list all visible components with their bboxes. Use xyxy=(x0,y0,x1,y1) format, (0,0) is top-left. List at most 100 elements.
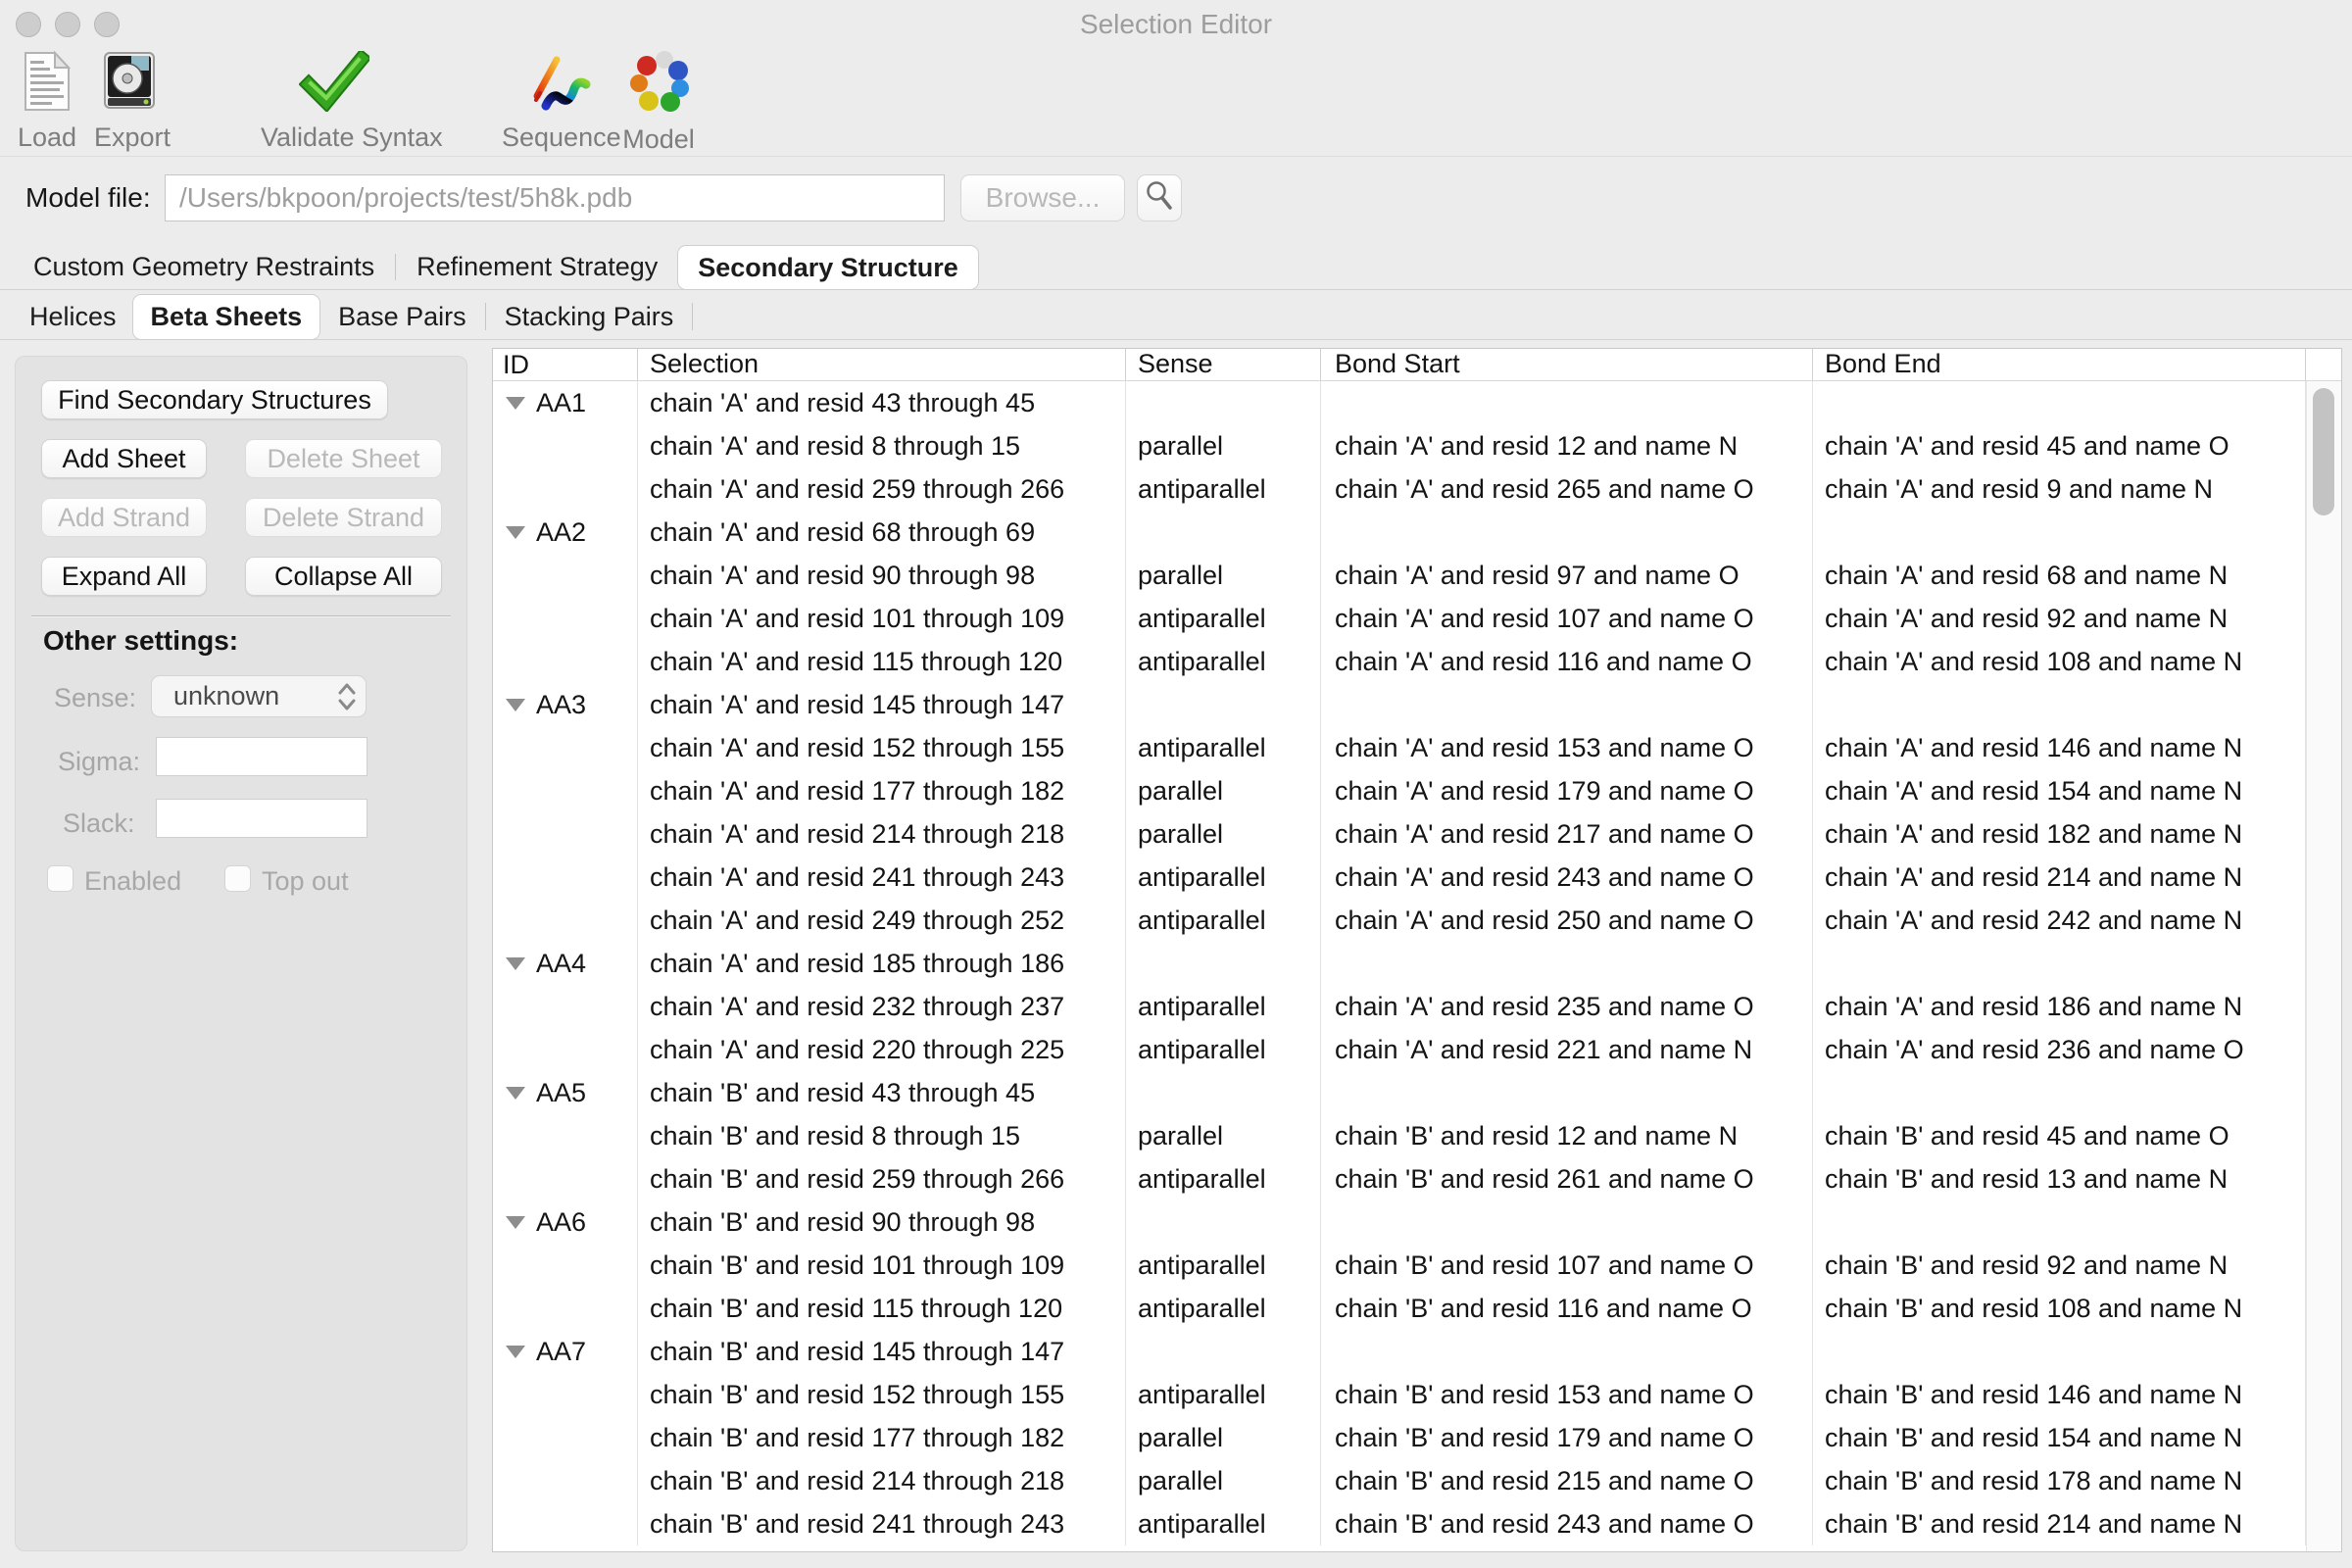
table-row[interactable]: AA5chain 'B' and resid 43 through 45 xyxy=(493,1071,2341,1114)
table-row[interactable]: chain 'B' and resid 177 through 182paral… xyxy=(493,1416,2341,1459)
model-file-input[interactable] xyxy=(165,174,945,221)
column-header-selection[interactable]: Selection xyxy=(638,349,1126,380)
tab-stacking-pairs[interactable]: Stacking Pairs xyxy=(487,294,692,339)
tab-refinement-strategy[interactable]: Refinement Strategy xyxy=(397,245,677,289)
find-secondary-structures-button[interactable]: Find Secondary Structures xyxy=(41,380,388,419)
table-row[interactable]: AA4chain 'A' and resid 185 through 186 xyxy=(493,942,2341,985)
cell-selection: chain 'A' and resid 214 through 218 xyxy=(638,812,1126,856)
disclosure-triangle-icon[interactable] xyxy=(506,699,525,711)
sheet-controls-panel: Find Secondary Structures Add Sheet Dele… xyxy=(15,356,467,1551)
table-row[interactable]: chain 'B' and resid 115 through 120antip… xyxy=(493,1287,2341,1330)
disclosure-triangle-icon[interactable] xyxy=(506,1216,525,1229)
vertical-scrollbar[interactable] xyxy=(2306,381,2341,1551)
tab-beta-sheets[interactable]: Beta Sheets xyxy=(132,294,321,340)
column-header-sense[interactable]: Sense xyxy=(1126,349,1321,380)
table-row[interactable]: chain 'A' and resid 152 through 155antip… xyxy=(493,726,2341,769)
table-row[interactable]: chain 'A' and resid 101 through 109antip… xyxy=(493,597,2341,640)
add-strand-button[interactable]: Add Strand xyxy=(41,498,207,537)
cell-bond-end: chain 'B' and resid 214 and name N xyxy=(1813,1502,2306,1545)
cell-sense: parallel xyxy=(1126,769,1321,812)
primary-tab-bar: Custom Geometry Restraints Refinement St… xyxy=(0,245,2352,290)
cell-bond-end: chain 'A' and resid 68 and name N xyxy=(1813,554,2306,597)
cell-id xyxy=(493,640,638,683)
cell-selection: chain 'A' and resid 145 through 147 xyxy=(638,683,1126,726)
table-row[interactable]: chain 'B' and resid 152 through 155antip… xyxy=(493,1373,2341,1416)
delete-strand-button[interactable]: Delete Strand xyxy=(245,498,442,537)
cell-sense: antiparallel xyxy=(1126,726,1321,769)
table-row[interactable]: chain 'A' and resid 177 through 182paral… xyxy=(493,769,2341,812)
cell-sense: parallel xyxy=(1126,1416,1321,1459)
table-row[interactable]: chain 'A' and resid 220 through 225antip… xyxy=(493,1028,2341,1071)
selection-editor-window: { "window": { "title": "Selection Editor… xyxy=(0,0,2352,1568)
sense-dropdown[interactable]: unknown xyxy=(151,675,367,717)
tab-base-pairs[interactable]: Base Pairs xyxy=(320,294,484,339)
expand-all-button[interactable]: Expand All xyxy=(41,557,207,596)
collapse-all-button[interactable]: Collapse All xyxy=(245,557,442,596)
top-out-checkbox[interactable] xyxy=(224,865,251,892)
export-button[interactable]: Export xyxy=(94,51,165,153)
table-row[interactable]: chain 'A' and resid 90 through 98paralle… xyxy=(493,554,2341,597)
disclosure-triangle-icon[interactable] xyxy=(506,1346,525,1358)
slack-field[interactable] xyxy=(156,799,368,838)
column-header-id[interactable]: ID xyxy=(493,349,638,380)
table-row[interactable]: chain 'B' and resid 214 through 218paral… xyxy=(493,1459,2341,1502)
model-button[interactable]: Model xyxy=(619,51,698,155)
column-header-bond-start[interactable]: Bond Start xyxy=(1321,349,1813,380)
enabled-checkbox[interactable] xyxy=(47,865,74,892)
cell-bond-start: chain 'B' and resid 243 and name O xyxy=(1321,1502,1813,1545)
table-row[interactable]: chain 'A' and resid 249 through 252antip… xyxy=(493,899,2341,942)
table-row[interactable]: chain 'A' and resid 214 through 218paral… xyxy=(493,812,2341,856)
table-row[interactable]: chain 'B' and resid 241 through 243antip… xyxy=(493,1502,2341,1545)
add-sheet-button[interactable]: Add Sheet xyxy=(41,439,207,478)
search-button[interactable] xyxy=(1137,174,1182,221)
model-assembly-icon xyxy=(619,51,698,119)
cell-bond-start: chain 'B' and resid 12 and name N xyxy=(1321,1114,1813,1157)
disclosure-triangle-icon[interactable] xyxy=(506,526,525,539)
table-row[interactable]: chain 'A' and resid 241 through 243antip… xyxy=(493,856,2341,899)
table-row[interactable]: chain 'B' and resid 8 through 15parallel… xyxy=(493,1114,2341,1157)
cell-id: AA1 xyxy=(493,381,638,424)
table-row[interactable]: chain 'A' and resid 259 through 266antip… xyxy=(493,467,2341,511)
disclosure-triangle-icon[interactable] xyxy=(506,957,525,970)
cell-sense xyxy=(1126,1071,1321,1114)
table-row[interactable]: AA1chain 'A' and resid 43 through 45 xyxy=(493,381,2341,424)
delete-sheet-button[interactable]: Delete Sheet xyxy=(245,439,442,478)
load-button[interactable]: Load xyxy=(12,51,82,153)
cell-id: AA5 xyxy=(493,1071,638,1114)
validate-syntax-button[interactable]: Validate Syntax xyxy=(261,51,408,153)
cell-bond-start: chain 'B' and resid 107 and name O xyxy=(1321,1244,1813,1287)
table-row[interactable]: AA3chain 'A' and resid 145 through 147 xyxy=(493,683,2341,726)
cell-bond-start: chain 'A' and resid 221 and name N xyxy=(1321,1028,1813,1071)
green-checkmark-icon xyxy=(261,51,408,117)
cell-id: AA2 xyxy=(493,511,638,554)
scrollbar-thumb[interactable] xyxy=(2313,388,2334,515)
cell-id xyxy=(493,467,638,511)
table-row[interactable]: AA7chain 'B' and resid 145 through 147 xyxy=(493,1330,2341,1373)
table-row[interactable]: AA6chain 'B' and resid 90 through 98 xyxy=(493,1200,2341,1244)
cell-bond-start: chain 'A' and resid 265 and name O xyxy=(1321,467,1813,511)
cell-id xyxy=(493,1416,638,1459)
cell-selection: chain 'B' and resid 152 through 155 xyxy=(638,1373,1126,1416)
disclosure-triangle-icon[interactable] xyxy=(506,397,525,410)
browse-button[interactable]: Browse... xyxy=(960,174,1125,221)
table-row[interactable]: chain 'B' and resid 101 through 109antip… xyxy=(493,1244,2341,1287)
cell-bond-start: chain 'A' and resid 97 and name O xyxy=(1321,554,1813,597)
sequence-button[interactable]: Sequence xyxy=(502,51,619,153)
table-row[interactable]: AA2chain 'A' and resid 68 through 69 xyxy=(493,511,2341,554)
tab-custom-geometry-restraints[interactable]: Custom Geometry Restraints xyxy=(14,245,394,289)
cell-bond-end: chain 'A' and resid 214 and name N xyxy=(1813,856,2306,899)
cell-bond-start xyxy=(1321,1200,1813,1244)
table-row[interactable]: chain 'A' and resid 8 through 15parallel… xyxy=(493,424,2341,467)
tab-secondary-structure[interactable]: Secondary Structure xyxy=(677,245,979,290)
sigma-field[interactable] xyxy=(156,737,368,776)
cell-bond-end: chain 'B' and resid 154 and name N xyxy=(1813,1416,2306,1459)
cell-sense: antiparallel xyxy=(1126,856,1321,899)
table-row[interactable]: chain 'A' and resid 115 through 120antip… xyxy=(493,640,2341,683)
table-row[interactable]: chain 'B' and resid 259 through 266antip… xyxy=(493,1157,2341,1200)
column-header-bond-end[interactable]: Bond End xyxy=(1813,349,2306,380)
cell-id xyxy=(493,1028,638,1071)
table-row[interactable]: chain 'A' and resid 232 through 237antip… xyxy=(493,985,2341,1028)
disclosure-triangle-icon[interactable] xyxy=(506,1087,525,1100)
secondary-tab-bar: Helices Beta Sheets Base Pairs Stacking … xyxy=(0,294,2352,340)
tab-helices[interactable]: Helices xyxy=(14,294,132,339)
